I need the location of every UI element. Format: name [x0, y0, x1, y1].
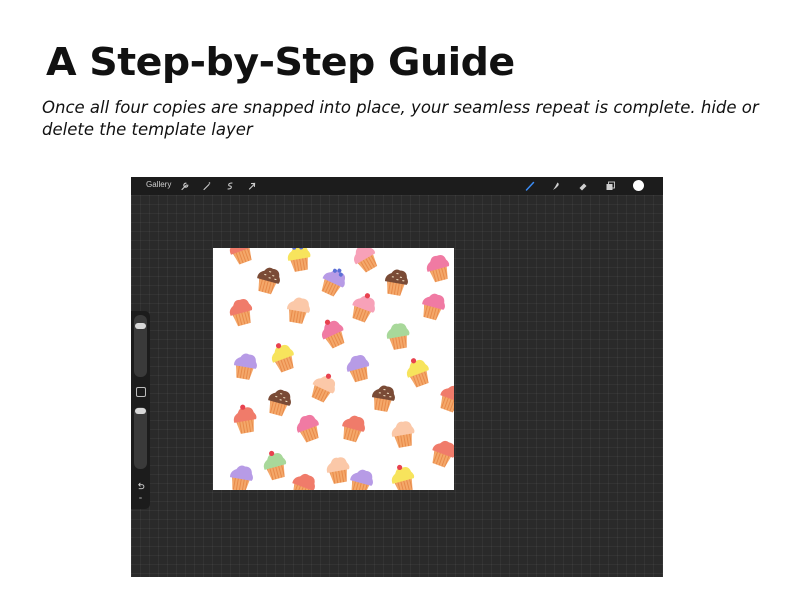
wrench-icon[interactable] [179, 180, 191, 192]
page-title: A Step-by-Step Guide [46, 40, 515, 84]
cupcake-motif [296, 414, 319, 443]
cupcake-motif [406, 358, 429, 388]
cupcake-motif [350, 469, 373, 490]
cupcake-motif [268, 389, 291, 417]
cupcake-motif [263, 450, 287, 481]
cupcake-motif [440, 385, 454, 413]
cupcake-motif [229, 299, 253, 327]
cupcake-motif [384, 269, 408, 296]
cupcake-motif [391, 421, 415, 448]
cupcake-motif [386, 323, 410, 350]
layers-icon[interactable] [604, 180, 616, 192]
cupcake-motif [287, 248, 311, 272]
brush-size-slider[interactable] [134, 315, 147, 377]
cupcake-motif [229, 465, 253, 490]
cupcake-motif [426, 255, 450, 283]
redo-icon[interactable] [139, 497, 142, 499]
cupcake-motif [292, 473, 315, 490]
cupcake-motif [432, 440, 454, 468]
cupcake-pattern [229, 248, 454, 490]
modify-button[interactable] [136, 387, 146, 397]
artwork-canvas[interactable] [213, 248, 454, 490]
top-toolbar: Gallery [131, 177, 663, 195]
cupcake-motif [286, 297, 310, 324]
magic-wand-icon[interactable] [201, 180, 213, 192]
transform-arrow-icon[interactable] [246, 180, 258, 192]
smudge-icon[interactable] [550, 180, 562, 192]
cupcake-motif [311, 373, 336, 403]
brush-size-thumb[interactable] [135, 323, 146, 329]
cupcake-motif [326, 457, 350, 484]
procreate-window: Gallery [131, 177, 663, 577]
opacity-thumb[interactable] [135, 408, 146, 414]
cupcake-motif [257, 267, 280, 295]
cupcake-motif [346, 355, 370, 383]
undo-icon[interactable] [135, 481, 146, 492]
opacity-slider[interactable] [134, 407, 147, 469]
eraser-icon[interactable] [577, 180, 589, 192]
brush-icon[interactable] [524, 180, 536, 192]
cupcake-motif [352, 293, 375, 323]
cupcake-motif [371, 385, 395, 412]
cupcake-motif [233, 353, 257, 380]
left-sidebar [131, 311, 150, 509]
gallery-button[interactable]: Gallery [146, 180, 171, 189]
page-subtitle: Once all four copies are snapped into pl… [42, 98, 759, 139]
cupcake-motif [422, 293, 445, 321]
cupcake-motif [321, 319, 345, 349]
cupcake-motif [321, 268, 346, 297]
cupcake-motif [233, 404, 257, 434]
cupcake-motif [271, 343, 294, 373]
cupcake-motif [229, 248, 252, 265]
cupcake-motif [342, 415, 365, 443]
cupcake-motif [353, 248, 378, 273]
color-picker-button[interactable] [633, 180, 644, 191]
selection-icon[interactable] [224, 180, 236, 192]
cupcake-motif [391, 464, 415, 490]
